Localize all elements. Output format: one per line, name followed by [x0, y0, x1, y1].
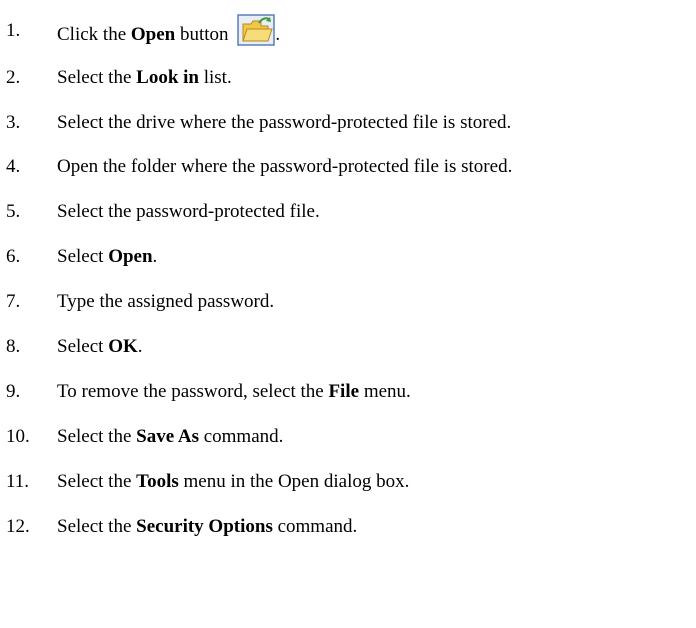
step-number: 1.: [6, 20, 21, 41]
step-text: Select the Save As command.: [57, 426, 284, 447]
step-text: Select the Security Options command.: [57, 516, 358, 537]
step-text: Select the Tools menu in the Open dialog…: [57, 471, 410, 492]
step-text: Click the Open button .: [57, 14, 280, 52]
step-number: 7.: [6, 291, 21, 312]
step-text: Select the password-protected file.: [57, 201, 320, 222]
step-text: Type the assigned password.: [57, 291, 275, 312]
step-number: 6.: [6, 246, 21, 267]
step-text: Open the folder where the password-prote…: [57, 156, 513, 177]
step-number: 9.: [6, 381, 21, 402]
step-number: 4.: [6, 156, 21, 177]
step-number: 2.: [6, 67, 21, 88]
step-number: 8.: [6, 336, 21, 357]
open-folder-icon: [237, 14, 276, 46]
step-number: 10.: [6, 426, 30, 447]
instruction-list: 1. Click the Open button . 2. Select the…: [0, 0, 696, 628]
step-number: 3.: [6, 112, 21, 133]
step-text: Select OK.: [57, 336, 143, 357]
step-number: 5.: [6, 201, 21, 222]
step-text: Select the Look in list.: [57, 67, 232, 88]
step-number: 11.: [6, 471, 30, 492]
step-text: Select Open.: [57, 246, 158, 267]
step-number: 12.: [6, 516, 30, 537]
step-text: To remove the password, select the File …: [57, 381, 411, 402]
step-text: Select the drive where the password-prot…: [57, 112, 512, 133]
